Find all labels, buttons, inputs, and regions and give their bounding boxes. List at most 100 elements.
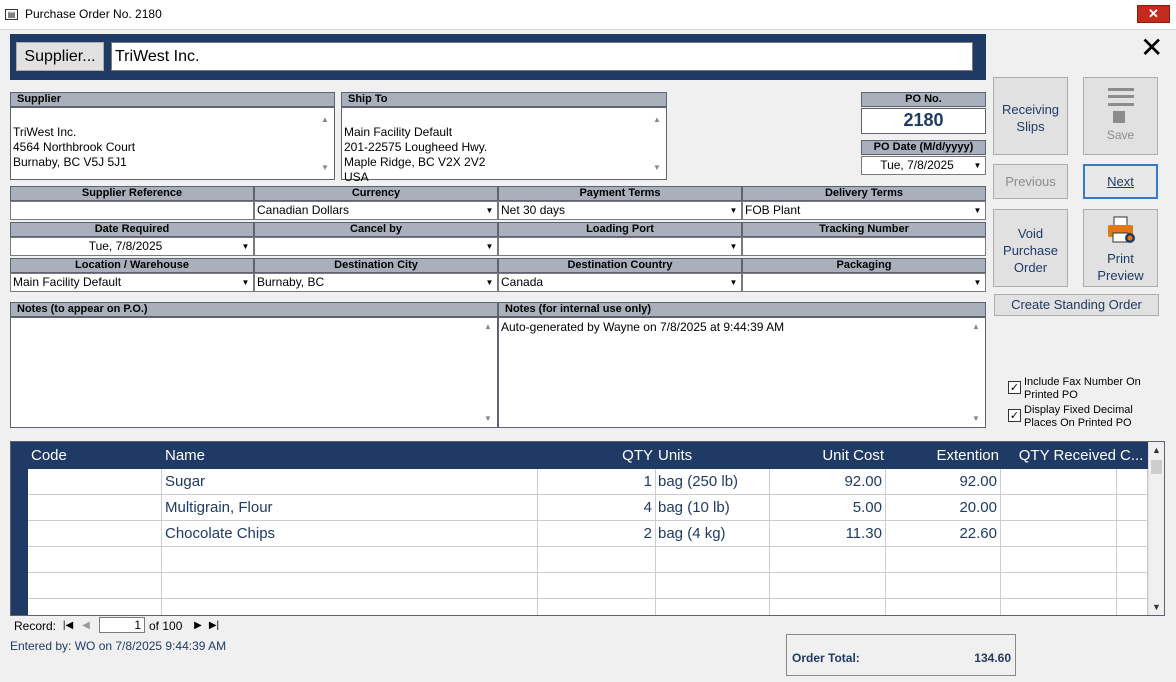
cell-units[interactable] bbox=[655, 599, 770, 615]
table-row[interactable]: Multigrain, Flour 4 bag (10 lb) 5.00 20.00 bbox=[28, 495, 1148, 521]
cell-qty[interactable]: 4 bbox=[538, 495, 656, 521]
supplier-address-scrollbar[interactable]: ▲ ▼ bbox=[318, 108, 334, 179]
supplier-name-field[interactable]: TriWest Inc. bbox=[111, 42, 973, 71]
table-row[interactable]: Chocolate Chips 2 bag (4 kg) 11.30 22.60 bbox=[28, 521, 1148, 547]
cell-units[interactable]: bag (250 lb) bbox=[655, 469, 770, 495]
cell-units[interactable]: bag (10 lb) bbox=[655, 495, 770, 521]
cell-name[interactable] bbox=[162, 573, 538, 599]
destination-country-select[interactable]: Canada ▼ bbox=[498, 273, 742, 292]
grid-scrollbar[interactable]: ▲ ▼ bbox=[1148, 442, 1164, 615]
col-unit-cost-header[interactable]: Unit Cost bbox=[770, 442, 887, 469]
chevron-down-icon[interactable]: ▼ bbox=[482, 202, 497, 219]
cell-extension[interactable] bbox=[885, 573, 1001, 599]
po-date-field[interactable]: Tue, 7/8/2025 ▼ bbox=[861, 156, 986, 175]
prev-record-icon[interactable]: ◀ bbox=[78, 618, 94, 633]
cell-c[interactable] bbox=[1117, 573, 1148, 599]
cell-qty[interactable] bbox=[538, 573, 656, 599]
cell-qty-received[interactable] bbox=[1000, 495, 1117, 521]
display-fixed-checkbox[interactable]: ✓ bbox=[1008, 409, 1021, 422]
cell-qty-received[interactable] bbox=[1000, 521, 1117, 547]
loading-port-select[interactable]: ▼ bbox=[498, 237, 742, 256]
include-fax-checkbox[interactable]: ✓ bbox=[1008, 381, 1021, 394]
internal-notes-textarea[interactable]: Auto-generated by Wayne on 7/8/2025 at 9… bbox=[498, 317, 986, 428]
cell-c[interactable] bbox=[1117, 599, 1148, 615]
cell-extension[interactable]: 20.00 bbox=[885, 495, 1001, 521]
cell-unit-cost[interactable]: 5.00 bbox=[770, 495, 886, 521]
cell-name[interactable] bbox=[162, 547, 538, 573]
chevron-down-icon[interactable]: ▼ bbox=[482, 274, 497, 291]
table-row[interactable] bbox=[28, 599, 1148, 615]
scroll-thumb[interactable] bbox=[1151, 460, 1162, 474]
ship-to-address[interactable]: Main Facility Default 201-22575 Lougheed… bbox=[341, 107, 667, 184]
cell-qty[interactable] bbox=[538, 599, 656, 615]
cell-qty[interactable] bbox=[538, 547, 656, 573]
cell-name[interactable]: Multigrain, Flour bbox=[162, 495, 538, 521]
po-notes-textarea[interactable]: ▲ ▼ bbox=[10, 317, 498, 428]
cell-qty-received[interactable] bbox=[1000, 599, 1117, 615]
col-units-header[interactable]: Units bbox=[655, 442, 769, 469]
cell-name[interactable] bbox=[162, 599, 538, 615]
current-record-input[interactable]: 1 bbox=[99, 617, 145, 633]
chevron-down-icon[interactable]: ▼ bbox=[238, 238, 253, 255]
cell-units[interactable] bbox=[655, 547, 770, 573]
supplier-reference-input[interactable] bbox=[10, 201, 254, 220]
cell-c[interactable] bbox=[1117, 547, 1148, 573]
tracking-number-input[interactable] bbox=[742, 237, 986, 256]
close-form-icon[interactable]: ✕ bbox=[1140, 34, 1166, 64]
receiving-slips-button[interactable]: Receiving Slips bbox=[993, 77, 1068, 155]
cell-unit-cost[interactable]: 92.00 bbox=[770, 469, 886, 495]
col-qty-received-header[interactable]: QTY Received bbox=[1000, 442, 1119, 469]
cell-units[interactable] bbox=[655, 573, 770, 599]
cell-unit-cost[interactable] bbox=[770, 573, 886, 599]
cell-code[interactable] bbox=[28, 469, 162, 495]
col-name-header[interactable]: Name bbox=[162, 442, 538, 469]
cell-code[interactable] bbox=[28, 547, 162, 573]
location-select[interactable]: Main Facility Default ▼ bbox=[10, 273, 254, 292]
date-required-select[interactable]: Tue, 7/8/2025 ▼ bbox=[10, 237, 254, 256]
cell-c[interactable] bbox=[1117, 521, 1148, 547]
cell-extension[interactable]: 22.60 bbox=[885, 521, 1001, 547]
cell-qty[interactable]: 1 bbox=[538, 469, 656, 495]
void-purchase-order-button[interactable]: Void Purchase Order bbox=[993, 209, 1068, 287]
cell-qty[interactable]: 2 bbox=[538, 521, 656, 547]
ship-to-scrollbar[interactable]: ▲ ▼ bbox=[650, 108, 666, 179]
cell-code[interactable] bbox=[28, 573, 162, 599]
chevron-down-icon[interactable]: ▼ bbox=[726, 274, 741, 291]
currency-select[interactable]: Canadian Dollars ▼ bbox=[254, 201, 498, 220]
chevron-down-icon[interactable]: ▼ bbox=[238, 274, 253, 291]
cell-qty-received[interactable] bbox=[1000, 573, 1117, 599]
cell-c[interactable] bbox=[1117, 495, 1148, 521]
window-close-button[interactable]: ✕ bbox=[1137, 5, 1170, 23]
supplier-address[interactable]: TriWest Inc. 4564 Northbrook Court Burna… bbox=[10, 107, 335, 180]
col-code-header[interactable]: Code bbox=[28, 442, 180, 469]
row-selector-column[interactable] bbox=[11, 469, 28, 615]
chevron-down-icon[interactable]: ▼ bbox=[482, 238, 497, 255]
cell-extension[interactable]: 92.00 bbox=[885, 469, 1001, 495]
packaging-select[interactable]: ▼ bbox=[742, 273, 986, 292]
chevron-down-icon[interactable]: ▼ bbox=[970, 202, 985, 219]
print-preview-button[interactable]: Print Preview bbox=[1083, 209, 1158, 287]
previous-button[interactable]: Previous bbox=[993, 164, 1068, 199]
chevron-down-icon[interactable]: ▼ bbox=[726, 202, 741, 219]
table-row[interactable] bbox=[28, 573, 1148, 599]
cell-c[interactable] bbox=[1117, 469, 1148, 495]
chevron-up-icon[interactable]: ▲ bbox=[1152, 445, 1161, 455]
chevron-down-icon[interactable]: ▼ bbox=[970, 274, 985, 291]
save-button[interactable]: Save bbox=[1083, 77, 1158, 155]
internal-notes-scrollbar[interactable]: ▲ ▼ bbox=[969, 318, 985, 427]
table-row[interactable] bbox=[28, 547, 1148, 573]
cell-unit-cost[interactable] bbox=[770, 547, 886, 573]
cell-unit-cost[interactable]: 11.30 bbox=[770, 521, 886, 547]
payment-terms-select[interactable]: Net 30 days ▼ bbox=[498, 201, 742, 220]
table-row[interactable]: Sugar 1 bag (250 lb) 92.00 92.00 bbox=[28, 469, 1148, 495]
cell-unit-cost[interactable] bbox=[770, 599, 886, 615]
create-standing-order-button[interactable]: Create Standing Order bbox=[994, 294, 1159, 316]
cell-code[interactable] bbox=[28, 521, 162, 547]
cell-name[interactable]: Chocolate Chips bbox=[162, 521, 538, 547]
col-extension-header[interactable]: Extention bbox=[885, 442, 1002, 469]
next-button[interactable]: Next bbox=[1083, 164, 1158, 199]
cell-code[interactable] bbox=[28, 495, 162, 521]
cell-code[interactable] bbox=[28, 599, 162, 615]
col-qty-header[interactable]: QTY bbox=[538, 442, 656, 469]
cell-extension[interactable] bbox=[885, 547, 1001, 573]
